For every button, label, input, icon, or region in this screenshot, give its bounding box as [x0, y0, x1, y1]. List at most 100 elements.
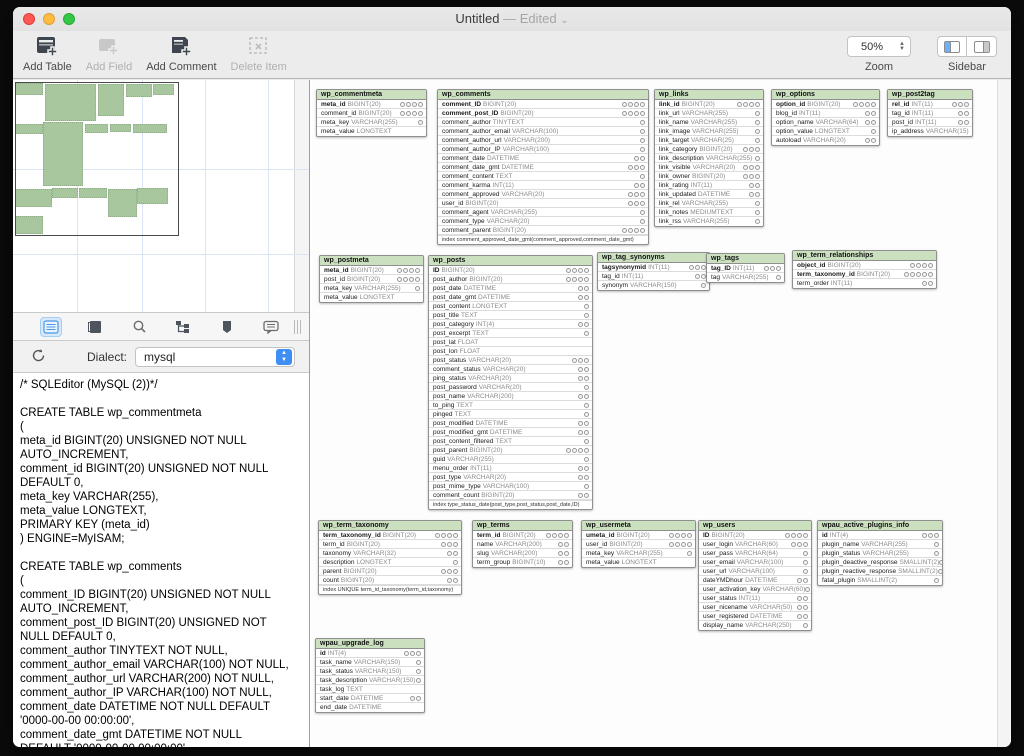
field-row[interactable]: link_category BIGINT(20) [655, 145, 763, 154]
field-row[interactable]: term_order INT(11) [793, 279, 936, 288]
field-row[interactable]: comment_agent VARCHAR(255) [438, 208, 648, 217]
table-header[interactable]: wp_tag_synonyms [598, 253, 709, 263]
field-row[interactable]: task_name VARCHAR(150) [316, 658, 424, 667]
field-row[interactable]: post_status VARCHAR(20) [429, 356, 592, 365]
field-row[interactable]: ID BIGINT(20) [699, 531, 811, 540]
field-row[interactable]: fatal_plugin SMALLINT(2) [818, 576, 942, 585]
field-row[interactable]: link_visible VARCHAR(20) [655, 163, 763, 172]
field-row[interactable]: post_author BIGINT(20) [429, 275, 592, 284]
field-row[interactable]: post_mime_type VARCHAR(100) [429, 482, 592, 491]
field-row[interactable]: comment_karma INT(11) [438, 181, 648, 190]
zoom-window-button[interactable] [63, 13, 75, 25]
entity-table-wp_posts[interactable]: wp_posts ID BIGINT(20) post_author BIGINT(20… [428, 255, 593, 510]
field-row[interactable]: dateYMDhour DATETIME [699, 576, 811, 585]
field-row[interactable]: post_type VARCHAR(20) [429, 473, 592, 482]
field-row[interactable]: comment_date_gmt DATETIME [438, 163, 648, 172]
field-row[interactable]: link_owner BIGINT(20) [655, 172, 763, 181]
index-row[interactable]: index UNIQUE term_id_taxonomy(term_id,ta… [319, 585, 461, 594]
table-header[interactable]: wp_comments [438, 90, 648, 100]
entity-table-wp_postmeta[interactable]: wp_postmeta meta_id BIGINT(20) post_id BIGIN… [319, 255, 424, 303]
field-row[interactable]: meta_value LONGTEXT [317, 127, 426, 136]
entity-table-wp_term_taxonomy[interactable]: wp_term_taxonomy term_taxonomy_id BIGINT(2… [318, 520, 462, 595]
entity-table-wp_commentmeta[interactable]: wp_commentmeta meta_id BIGINT(20) comment_i… [316, 89, 427, 137]
table-header[interactable]: wpau_upgrade_log [316, 639, 424, 649]
add-comment-button[interactable]: Add Comment [146, 34, 217, 73]
field-row[interactable]: meta_value LONGTEXT [582, 558, 695, 567]
tab-hierarchy[interactable] [172, 317, 194, 337]
field-row[interactable]: user_pass VARCHAR(64) [699, 549, 811, 558]
title-chevron-icon[interactable]: ⌄ [560, 15, 568, 26]
field-row[interactable]: plugin_deactive_response SMALLINT(2) [818, 558, 942, 567]
field-row[interactable]: comment_author_url VARCHAR(200) [438, 136, 648, 145]
tab-comments[interactable] [260, 317, 282, 337]
field-row[interactable]: meta_key VARCHAR(255) [317, 118, 426, 127]
field-row[interactable]: post_excerpt TEXT [429, 329, 592, 338]
field-row[interactable]: object_id BIGINT(20) [793, 261, 936, 270]
field-row[interactable]: option_id BIGINT(20) [772, 100, 879, 109]
field-row[interactable]: comment_author_IP VARCHAR(100) [438, 145, 648, 154]
tab-sql-list[interactable] [40, 316, 62, 337]
field-row[interactable]: post_password VARCHAR(20) [429, 383, 592, 392]
field-row[interactable]: parent BIGINT(20) [319, 567, 461, 576]
field-row[interactable]: comment_approved VARCHAR(20) [438, 190, 648, 199]
field-row[interactable]: comment_post_ID BIGINT(20) [438, 109, 648, 118]
field-row[interactable]: meta_value LONGTEXT [320, 293, 423, 302]
field-row[interactable]: post_name VARCHAR(200) [429, 392, 592, 401]
entity-table-wp_terms[interactable]: wp_terms term_id BIGINT(20) name VARCHAR(200… [472, 520, 573, 568]
field-row[interactable]: comment_type VARCHAR(20) [438, 217, 648, 226]
entity-table-wp_comments[interactable]: wp_comments comment_ID BIGINT(20) comment_p… [437, 89, 649, 245]
field-row[interactable]: term_taxonomy_id BIGINT(20) [319, 531, 461, 540]
field-row[interactable]: link_updated DATETIME [655, 190, 763, 199]
entity-table-wpau_upgrade_log[interactable]: wpau_upgrade_log id INT(4) task_name VARCHAR… [315, 638, 425, 713]
field-row[interactable]: display_name VARCHAR(250) [699, 621, 811, 630]
field-row[interactable]: plugin_status VARCHAR(255) [818, 549, 942, 558]
field-row[interactable]: comment_author_email VARCHAR(100) [438, 127, 648, 136]
field-row[interactable]: umeta_id BIGINT(20) [582, 531, 695, 540]
field-row[interactable]: count BIGINT(20) [319, 576, 461, 585]
field-row[interactable]: post_parent BIGINT(20) [429, 446, 592, 455]
field-row[interactable]: id INT(4) [818, 531, 942, 540]
table-header[interactable]: wp_postmeta [320, 256, 423, 266]
table-header[interactable]: wp_users [699, 521, 811, 531]
field-row[interactable]: synonym VARCHAR(150) [598, 281, 709, 290]
table-header[interactable]: wp_posts [429, 256, 592, 266]
field-row[interactable]: post_category INT(4) [429, 320, 592, 329]
field-row[interactable]: comment_id BIGINT(20) [317, 109, 426, 118]
table-header[interactable]: wp_options [772, 90, 879, 100]
table-header[interactable]: wp_links [655, 90, 763, 100]
table-header[interactable]: wp_commentmeta [317, 90, 426, 100]
entity-table-wp_term_relationships[interactable]: wp_term_relationships object_id BIGINT(20)… [792, 250, 937, 289]
entity-table-wp_links[interactable]: wp_links link_id BIGINT(20) link_url VARCHAR… [654, 89, 764, 227]
dialect-select[interactable]: mysql ▲ ▼ [135, 346, 296, 367]
field-row[interactable]: pinged TEXT [429, 410, 592, 419]
field-row[interactable]: post_id BIGINT(20) [320, 275, 423, 284]
field-row[interactable]: guid VARCHAR(255) [429, 455, 592, 464]
table-header[interactable]: wp_term_taxonomy [319, 521, 461, 531]
toggle-right-sidebar-button[interactable] [967, 36, 997, 57]
field-row[interactable]: link_name VARCHAR(255) [655, 118, 763, 127]
field-row[interactable]: name VARCHAR(200) [473, 540, 572, 549]
table-header[interactable]: wp_terms [473, 521, 572, 531]
field-row[interactable]: user_activation_key VARCHAR(60) [699, 585, 811, 594]
field-row[interactable]: user_id BIGINT(20) [582, 540, 695, 549]
zoom-stepper-arrows-icon[interactable]: ▲ ▼ [896, 41, 910, 52]
field-row[interactable]: user_login VARCHAR(60) [699, 540, 811, 549]
field-row[interactable]: post_lon FLOAT [429, 347, 592, 356]
field-row[interactable]: link_image VARCHAR(255) [655, 127, 763, 136]
field-row[interactable]: link_description VARCHAR(255) [655, 154, 763, 163]
field-row[interactable]: link_notes MEDIUMTEXT [655, 208, 763, 217]
field-row[interactable]: post_date DATETIME [429, 284, 592, 293]
panel-resize-grip[interactable] [294, 320, 301, 334]
field-row[interactable]: comment_status VARCHAR(20) [429, 365, 592, 374]
close-button[interactable] [23, 13, 35, 25]
field-row[interactable]: link_rel VARCHAR(255) [655, 199, 763, 208]
field-row[interactable]: option_value LONGTEXT [772, 127, 879, 136]
field-row[interactable]: comment_ID BIGINT(20) [438, 100, 648, 109]
overview-minimap[interactable] [13, 80, 309, 313]
field-row[interactable]: ping_status VARCHAR(20) [429, 374, 592, 383]
field-row[interactable]: post_id INT(11) [888, 118, 972, 127]
minimize-button[interactable] [43, 13, 55, 25]
field-row[interactable]: post_content LONGTEXT [429, 302, 592, 311]
field-row[interactable]: comment_content TEXT [438, 172, 648, 181]
field-row[interactable]: menu_order INT(11) [429, 464, 592, 473]
